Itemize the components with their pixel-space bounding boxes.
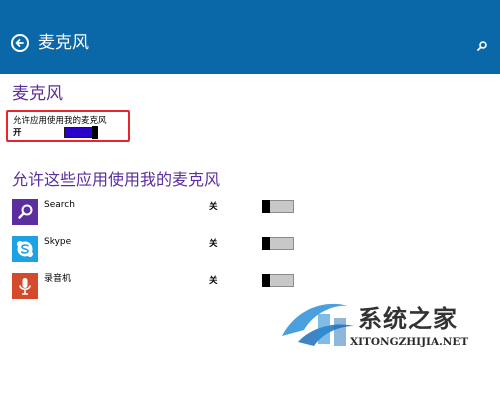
app-row-search: Search 关 xyxy=(0,199,500,225)
app-toggle-state: 关 xyxy=(209,202,218,212)
app-toggle-recorder[interactable] xyxy=(262,274,294,287)
apps-section-title: 允许这些应用使用我的麦克风 xyxy=(12,170,221,189)
app-name: 录音机 xyxy=(44,274,72,284)
app-toggle-skype[interactable] xyxy=(262,237,294,250)
app-tile-skype xyxy=(12,236,38,262)
app-tile-recorder xyxy=(12,273,38,299)
toggle-thumb xyxy=(92,126,98,139)
app-toggle-search[interactable] xyxy=(262,200,294,213)
search-icon xyxy=(477,41,487,51)
search-button[interactable] xyxy=(476,37,488,51)
app-tile-search xyxy=(12,199,38,225)
app-name: Search xyxy=(44,200,75,210)
section-title: 麦克风 xyxy=(12,84,63,104)
toggle-thumb xyxy=(262,274,270,287)
app-toggle-state: 关 xyxy=(209,276,218,286)
app-name: Skype xyxy=(44,237,72,247)
page-title: 麦克风 xyxy=(38,33,89,53)
search-icon xyxy=(12,199,38,225)
microphone-icon xyxy=(12,273,38,299)
master-toggle-state: 开 xyxy=(13,128,22,138)
back-arrow-icon xyxy=(15,39,24,47)
master-microphone-toggle[interactable] xyxy=(64,126,98,139)
watermark-url: XITONGZHIJIA.NET xyxy=(350,336,469,348)
toggle-thumb xyxy=(262,237,270,250)
back-button[interactable] xyxy=(11,34,29,52)
app-toggle-state: 关 xyxy=(209,239,218,249)
app-header: 麦克风 xyxy=(0,0,500,74)
watermark-text: 系统之家 xyxy=(358,305,458,333)
toggle-thumb xyxy=(262,200,270,213)
app-row-skype: Skype 关 xyxy=(0,236,500,262)
skype-icon xyxy=(12,236,38,262)
